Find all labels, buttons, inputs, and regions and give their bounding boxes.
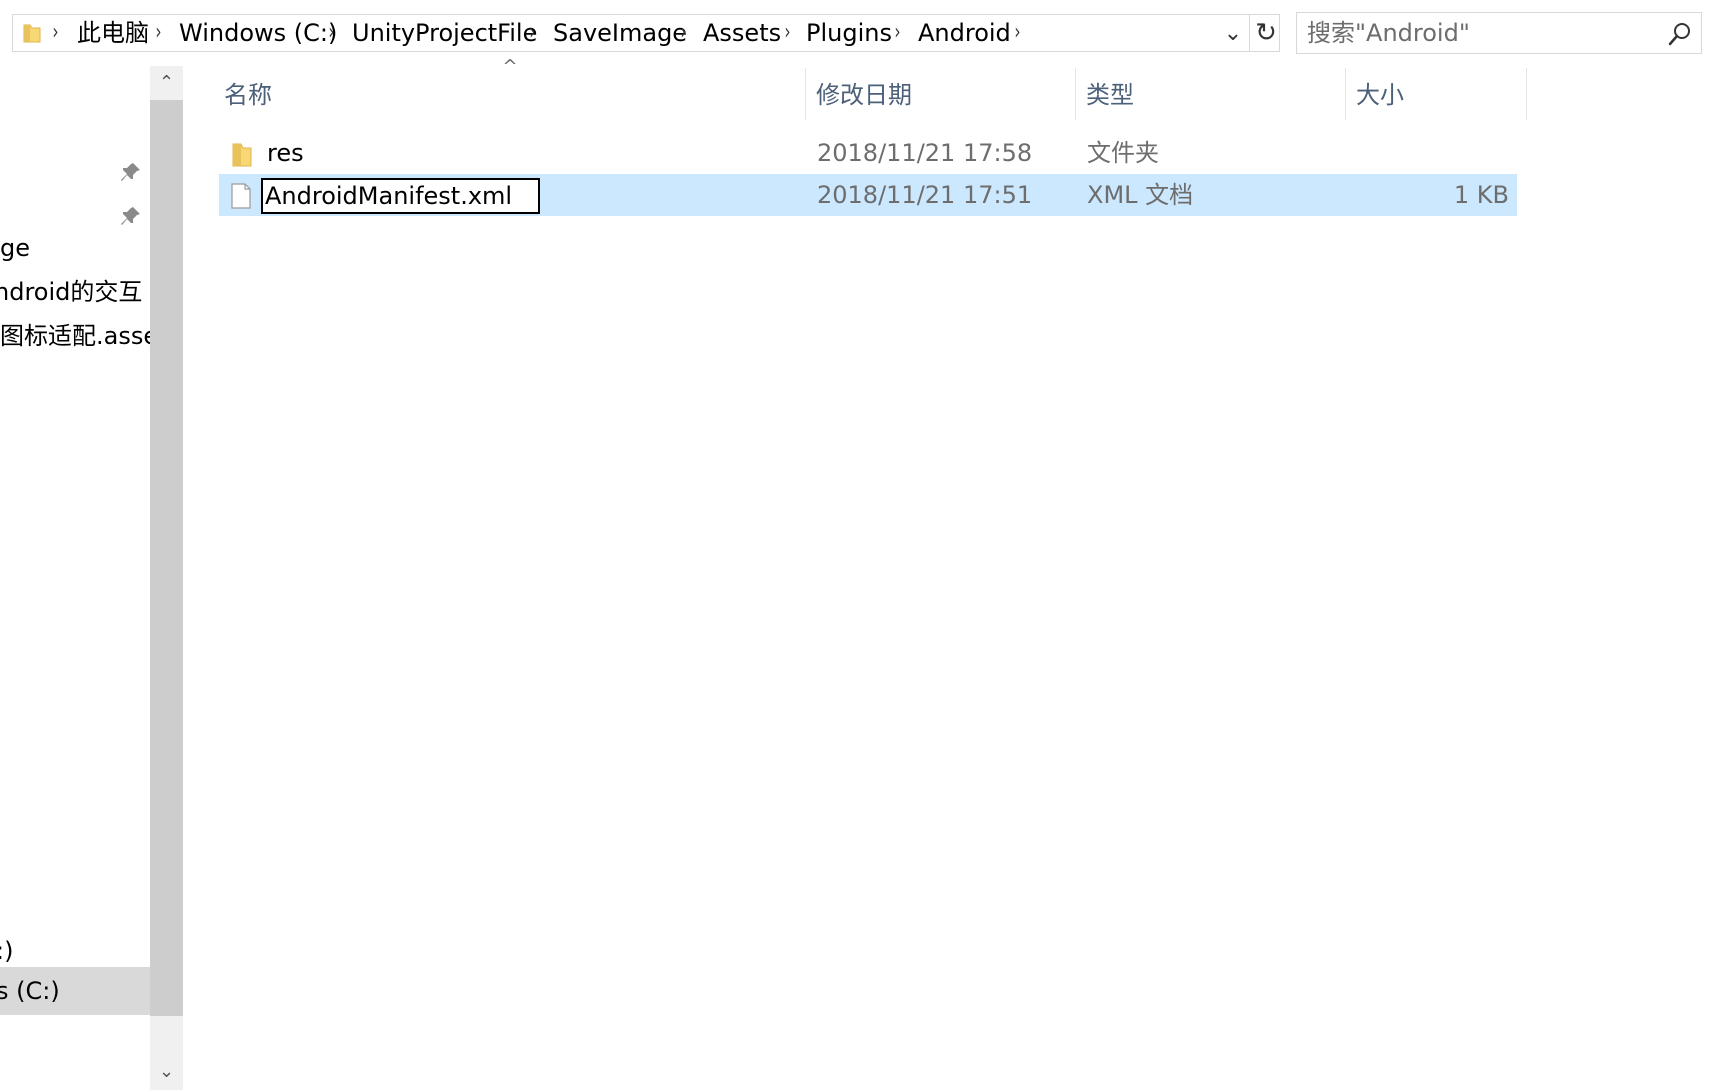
file-name[interactable]: res (267, 132, 304, 174)
column-divider[interactable] (1345, 68, 1346, 120)
file-type: 文件夹 (1087, 139, 1159, 167)
folder-icon (23, 24, 41, 43)
rename-input[interactable] (265, 180, 535, 212)
breadcrumb-android[interactable]: Android (918, 18, 1011, 48)
breadcrumb-assets[interactable]: Assets (703, 18, 781, 48)
file-date: 2018/11/21 17:58 (817, 139, 1033, 167)
breadcrumb-separator-icon[interactable]: › (680, 18, 686, 48)
breadcrumb-separator-icon[interactable]: › (1014, 18, 1020, 48)
nav-item-android-interaction[interactable]: ndroid的交互 (0, 275, 142, 309)
sort-ascending-icon: ^ (502, 56, 518, 77)
breadcrumb-this-pc[interactable]: 此电脑 (77, 18, 149, 48)
breadcrumb-separator-icon[interactable]: › (894, 18, 900, 48)
breadcrumb-unityprojectfile[interactable]: UnityProjectFile (352, 18, 537, 48)
nav-item-saveimage[interactable]: ge (0, 231, 30, 265)
breadcrumb-separator-icon[interactable]: › (784, 18, 790, 48)
column-header-size[interactable]: 大小 (1356, 68, 1404, 122)
column-divider[interactable] (1075, 68, 1076, 120)
folder-icon (232, 143, 252, 167)
nav-item-icon-adaptation[interactable]: 图标适配.asse (0, 319, 150, 353)
scrollbar-thumb[interactable] (150, 100, 183, 1016)
breadcrumb-separator-icon[interactable]: › (529, 18, 535, 48)
breadcrumb-windows-c[interactable]: Windows (C:) (179, 18, 337, 48)
scroll-up-button[interactable]: ⌃ (150, 66, 183, 100)
chevron-down-icon[interactable]: ⌄ (1218, 23, 1248, 45)
breadcrumb-separator-icon[interactable]: › (155, 18, 161, 48)
file-icon (231, 183, 251, 209)
breadcrumb-saveimage[interactable]: SaveImage (553, 18, 687, 48)
address-bar[interactable]: › 此电脑 › Windows (C:) › UnityProjectFile … (12, 14, 1280, 52)
column-divider[interactable] (1526, 68, 1527, 120)
file-size (1359, 132, 1509, 174)
navigation-pane[interactable]: ge ndroid的交互 图标适配.asse s (C:) :) (0, 66, 150, 1088)
column-header-type[interactable]: 类型 (1086, 68, 1134, 122)
breadcrumb-plugins[interactable]: Plugins (806, 18, 892, 48)
file-type: XML 文档 (1087, 181, 1194, 209)
file-size: 1 KB (1453, 181, 1509, 209)
nav-scrollbar[interactable]: ⌃ ⌄ (150, 66, 183, 1090)
pin-icon (121, 163, 140, 181)
scroll-down-button[interactable]: ⌄ (150, 1054, 183, 1090)
nav-item-drive[interactable]: :) (0, 934, 13, 968)
column-header-name[interactable]: 名称 (224, 68, 272, 122)
search-box[interactable] (1296, 12, 1702, 54)
column-divider[interactable] (805, 68, 806, 120)
file-row-res[interactable]: res 2018/11/21 17:58 文件夹 (219, 132, 1517, 174)
pin-icon (121, 207, 140, 225)
breadcrumb-separator-icon[interactable]: › (328, 18, 334, 48)
breadcrumb-separator-icon[interactable]: › (52, 18, 58, 48)
column-header-date[interactable]: 修改日期 (816, 68, 912, 122)
file-date: 2018/11/21 17:51 (817, 181, 1033, 209)
search-input[interactable] (1307, 17, 1647, 49)
rename-box[interactable] (261, 178, 540, 214)
nav-item-label: s (C:) (0, 977, 60, 1005)
nav-item-windows-c[interactable]: s (C:) (0, 967, 150, 1015)
divider (1249, 15, 1250, 51)
refresh-button[interactable]: ↻ (1253, 17, 1279, 49)
search-icon[interactable] (1667, 21, 1693, 47)
file-row-androidmanifest[interactable]: 2018/11/21 17:51 XML 文档 1 KB (219, 174, 1517, 216)
